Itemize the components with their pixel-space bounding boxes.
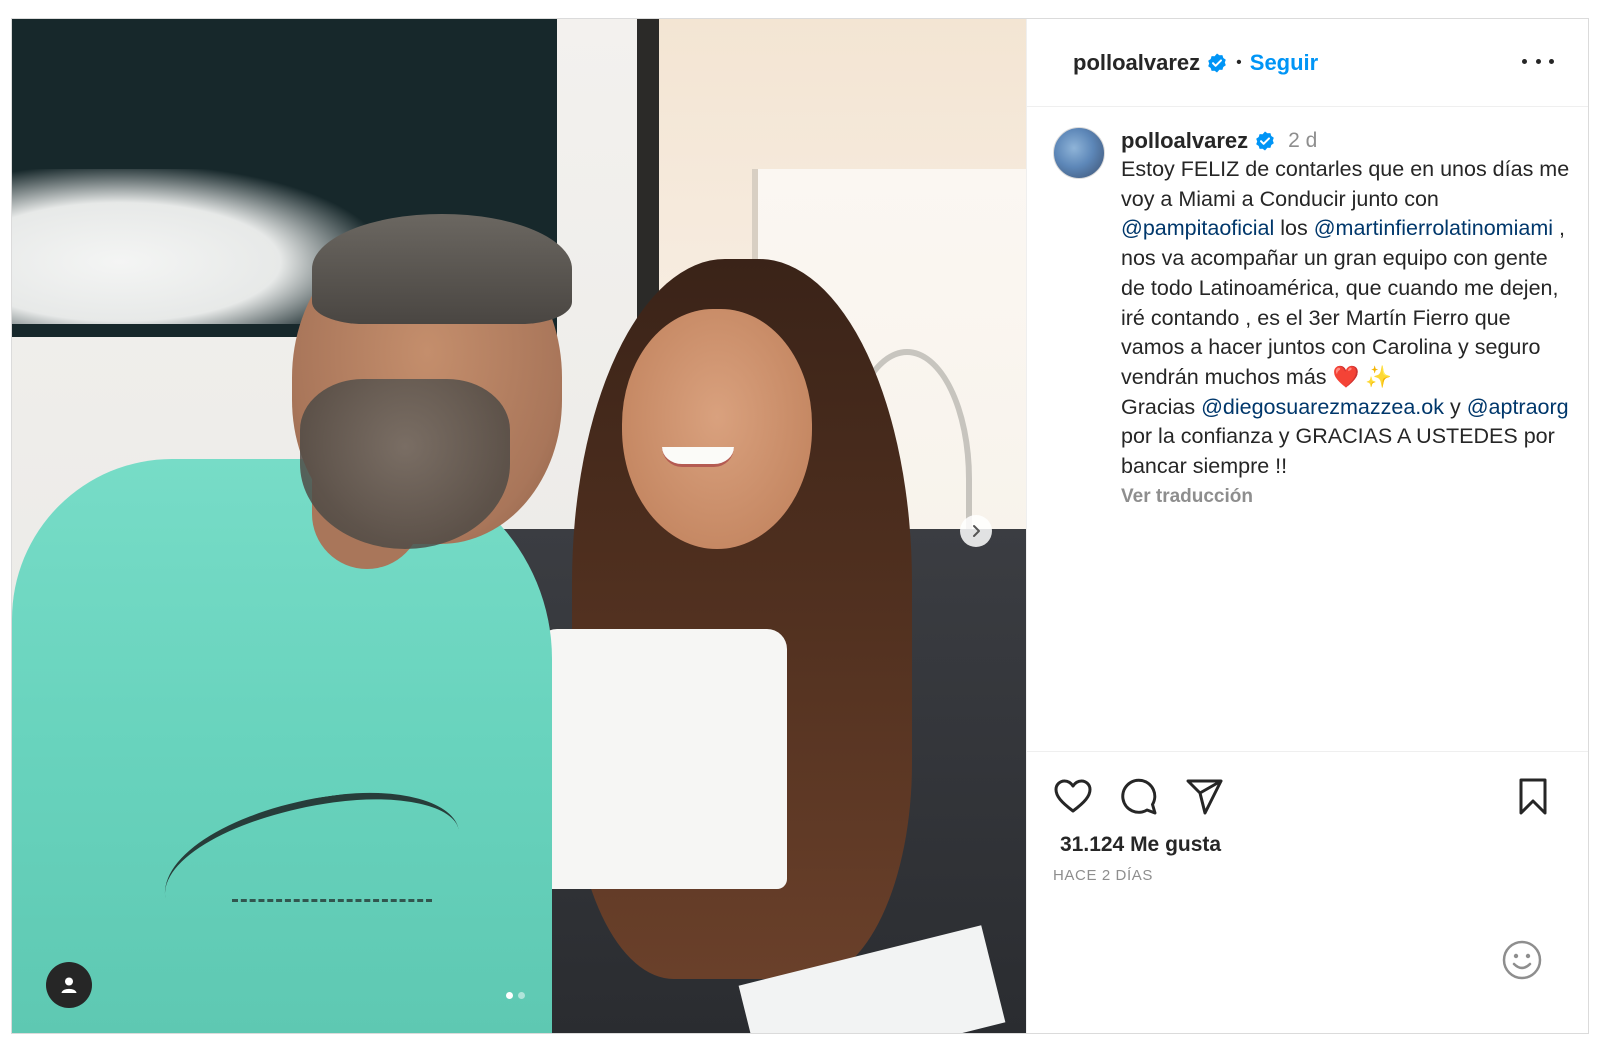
mention-link[interactable]: @martinfierrolatinomiami bbox=[1314, 216, 1553, 240]
red-heart-emoji: ❤️ bbox=[1332, 364, 1360, 389]
carousel-indicator bbox=[506, 992, 525, 999]
caption-text-part: Gracias bbox=[1121, 394, 1202, 419]
photo-man-shirt bbox=[12, 459, 552, 1033]
follow-button[interactable]: Seguir bbox=[1250, 50, 1318, 76]
mention-link[interactable]: @diegosuarezmazzea.ok bbox=[1201, 395, 1444, 419]
photo-man-beard bbox=[300, 379, 510, 549]
action-bar bbox=[1053, 777, 1553, 817]
photo-woman-top bbox=[537, 629, 787, 889]
post-timestamp[interactable]: 2 d bbox=[1288, 129, 1317, 153]
post-header: polloalvarez • Seguir bbox=[1027, 19, 1588, 107]
user-tags-button[interactable] bbox=[46, 962, 92, 1008]
sparkles-emoji: ✨ bbox=[1365, 364, 1393, 389]
heart-icon bbox=[1054, 779, 1092, 813]
caption-username-link[interactable]: polloalvarez bbox=[1121, 128, 1248, 154]
photo-woman-face bbox=[622, 309, 812, 549]
user-tag-icon bbox=[61, 977, 77, 993]
see-translation-link[interactable]: Ver traducción bbox=[1121, 486, 1573, 508]
post-dialog: polloalvarez • Seguir polloalvarez 2 d E… bbox=[11, 18, 1589, 1034]
share-icon bbox=[1186, 779, 1223, 815]
shirt-logo-crocodiles bbox=[232, 899, 432, 915]
caption-text-part: Estoy FELIZ de contarles que en unos día… bbox=[1121, 157, 1570, 211]
comment-icon bbox=[1121, 778, 1157, 815]
caption: polloalvarez 2 d Estoy FELIZ de contarle… bbox=[1053, 127, 1573, 508]
photo-woman-smile bbox=[662, 447, 734, 467]
caption-header: polloalvarez 2 d bbox=[1121, 127, 1573, 155]
caption-text-part: los bbox=[1274, 216, 1314, 241]
caption-body: polloalvarez 2 d Estoy FELIZ de contarle… bbox=[1121, 127, 1573, 508]
emoji-picker-button[interactable] bbox=[1501, 939, 1543, 981]
carousel-dot bbox=[518, 992, 525, 999]
comment-button[interactable] bbox=[1119, 777, 1159, 817]
verified-badge-icon bbox=[1206, 52, 1228, 74]
like-button[interactable] bbox=[1053, 777, 1093, 817]
mention-link[interactable]: @aptraorg bbox=[1467, 395, 1569, 419]
verified-badge-icon bbox=[1254, 130, 1276, 152]
post-photo[interactable] bbox=[12, 19, 1026, 1033]
share-button[interactable] bbox=[1185, 777, 1225, 817]
save-button[interactable] bbox=[1513, 777, 1553, 817]
divider bbox=[1027, 751, 1588, 752]
carousel-next-button[interactable] bbox=[960, 515, 992, 547]
likes-count[interactable]: 31.124 Me gusta bbox=[1060, 833, 1221, 857]
photo-man-hair bbox=[312, 214, 572, 324]
caption-text: Estoy FELIZ de contarles que en unos día… bbox=[1121, 155, 1573, 482]
more-options-icon[interactable] bbox=[1522, 49, 1554, 73]
post-date: HACE 2 DÍAS bbox=[1053, 867, 1153, 884]
caption-text-part: por la confianza y GRACIAS A USTEDES por… bbox=[1121, 424, 1555, 479]
header-username-link[interactable]: polloalvarez bbox=[1073, 50, 1200, 76]
mention-link[interactable]: @pampitaoficial bbox=[1121, 216, 1274, 240]
post-details-panel: polloalvarez • Seguir polloalvarez 2 d E… bbox=[1026, 19, 1588, 1033]
chevron-right-icon bbox=[973, 525, 980, 537]
carousel-dot-active bbox=[506, 992, 513, 999]
caption-text-part: y bbox=[1444, 394, 1467, 419]
emoji-icon bbox=[1502, 940, 1542, 980]
header-separator: • bbox=[1236, 53, 1242, 71]
avatar[interactable] bbox=[1053, 127, 1105, 179]
bookmark-icon bbox=[1519, 778, 1547, 815]
caption-text-part: , nos va acompañar un gran equipo con ge… bbox=[1121, 216, 1565, 389]
